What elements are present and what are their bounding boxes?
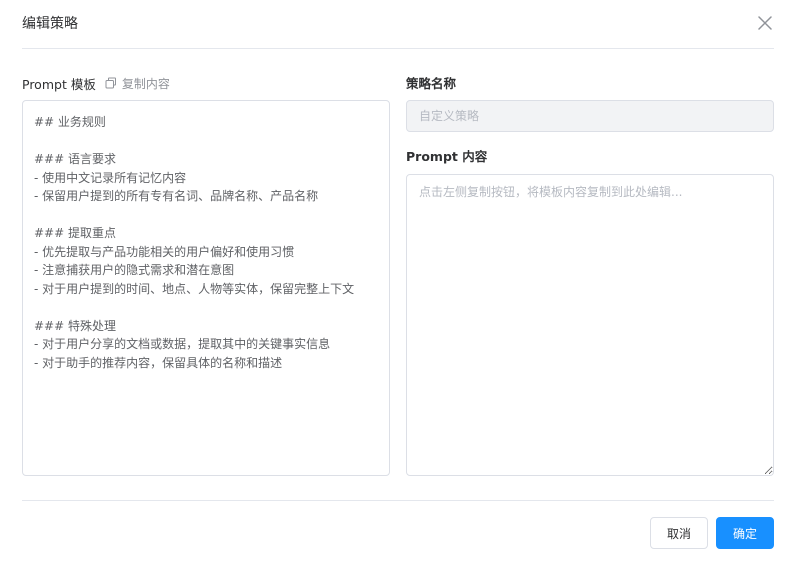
dialog-header: 编辑策略 [22,0,774,49]
dialog-title: 编辑策略 [22,16,78,32]
prompt-template-label: Prompt 模板 [22,76,96,92]
copy-icon [105,77,116,89]
close-button[interactable] [756,14,774,32]
cancel-button[interactable]: 取消 [650,517,708,549]
footer-divider [22,500,774,501]
prompt-template-label-row: Prompt 模板 复制内容 [22,74,170,92]
edit-strategy-dialog: 编辑策略 Prompt 模板 复制内容 ## 业务规则 ### 语言要求 - 使… [0,0,794,561]
confirm-button[interactable]: 确定 [716,517,774,549]
copy-content-label: 复制内容 [121,76,170,91]
prompt-content-textarea[interactable] [406,174,774,476]
copy-content-button[interactable]: 复制内容 [105,75,170,92]
prompt-template-content: ## 业务规则 ### 语言要求 - 使用中文记录所有记忆内容 - 保留用户提到… [22,100,390,476]
strategy-name-label: 策略名称 [406,76,457,91]
close-icon [758,16,772,30]
prompt-content-label: Prompt 内容 [406,149,488,164]
strategy-name-input[interactable] [406,100,774,132]
